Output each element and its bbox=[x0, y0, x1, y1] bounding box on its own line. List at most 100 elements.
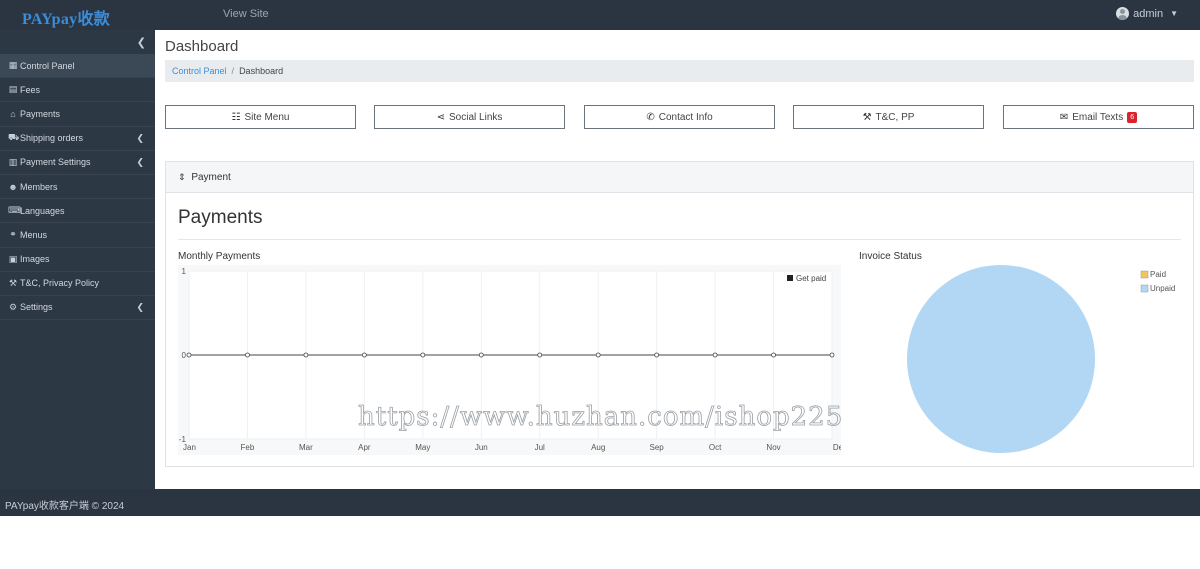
x-tick-label: Aug bbox=[591, 443, 605, 452]
sidebar-item-label: T&C, Privacy Policy bbox=[20, 278, 100, 289]
site-menu-button[interactable]: ☷ Site Menu bbox=[165, 105, 356, 129]
data-point bbox=[303, 352, 309, 358]
breadcrumb: Control Panel / Dashboard bbox=[165, 60, 1194, 82]
users-icon: ☻ bbox=[8, 181, 18, 192]
dashboard-icon: ▦ bbox=[8, 60, 18, 71]
panel-header[interactable]: ⇕ Payment bbox=[166, 162, 1193, 193]
x-tick-label: Apr bbox=[358, 443, 371, 452]
footer: PAYpay收款客户端 © 2024 bbox=[0, 489, 1200, 516]
breadcrumb-separator: / bbox=[231, 66, 235, 76]
legend-swatch bbox=[787, 275, 793, 281]
button-label: Contact Info bbox=[658, 111, 713, 123]
panel-header-label: Payment bbox=[191, 172, 231, 183]
data-point bbox=[420, 352, 426, 358]
footer-text: PAYpay收款客户端 © 2024 bbox=[5, 501, 125, 512]
view-site-link[interactable]: View Site bbox=[223, 8, 269, 20]
legend-label: Get paid bbox=[796, 274, 826, 283]
sidebar-nav: ▦ Control Panel ▤ Fees ⌂ Payments ⛟ Ship… bbox=[0, 54, 162, 321]
data-point bbox=[771, 352, 776, 358]
watermark-text: https://www.huzhan.com/ishop22512 bbox=[358, 402, 841, 432]
settings-list-icon: ▥ bbox=[8, 156, 18, 167]
sidebar-item-label: Menus bbox=[20, 229, 48, 240]
tc-pp-button[interactable]: ⚒ T&C, PP bbox=[793, 105, 984, 129]
caret-down-icon: ▼ bbox=[1170, 9, 1178, 18]
sidebar-collapse-icon[interactable]: ❮ bbox=[137, 36, 146, 49]
gavel-icon: ⚒ bbox=[862, 111, 872, 123]
brand-logo[interactable]: PAYpay收款 bbox=[22, 5, 110, 29]
images-icon: ▣ bbox=[8, 253, 18, 264]
sidebar-item-tc-privacy[interactable]: ⚒ T&C, Privacy Policy bbox=[0, 272, 155, 296]
data-point bbox=[478, 352, 484, 358]
link-icon: ⚭ bbox=[9, 229, 17, 240]
keyboard-icon: ⌨ bbox=[8, 205, 21, 216]
email-count-badge: 6 bbox=[1127, 111, 1138, 123]
sidebar-item-control-panel[interactable]: ▦ Control Panel bbox=[0, 54, 162, 79]
legend-label: Paid bbox=[1150, 270, 1166, 279]
data-point bbox=[245, 352, 250, 358]
x-tick-label: Jan bbox=[183, 443, 196, 452]
x-tick-label: Oct bbox=[709, 443, 722, 452]
data-point bbox=[654, 352, 660, 358]
invoice-status-chart: Paid Unpaid bbox=[907, 265, 1175, 453]
y-tick-label: 1 bbox=[182, 267, 187, 276]
x-tick-label: Jul bbox=[535, 443, 545, 452]
contact-info-button[interactable]: ✆ Contact Info bbox=[584, 105, 775, 129]
user-avatar-icon bbox=[1116, 7, 1130, 20]
pie-chart-title: Invoice Status bbox=[859, 251, 922, 262]
email-texts-button[interactable]: ✉ Email Texts 6 bbox=[1003, 105, 1194, 129]
sidebar-item-payments[interactable]: ⌂ Payments bbox=[0, 102, 155, 127]
sidebar-item-images[interactable]: ▣ Images bbox=[0, 248, 155, 272]
bank-icon: ⌂ bbox=[10, 108, 16, 119]
legend-swatch bbox=[1140, 270, 1149, 279]
share-icon: ⋖ bbox=[436, 111, 446, 123]
panel-title: Payments bbox=[178, 207, 263, 228]
panel-divider bbox=[178, 239, 1181, 240]
sidebar-item-label: Fees bbox=[20, 84, 41, 95]
x-tick-label: Jun bbox=[475, 443, 488, 452]
truck-icon: ⛟ bbox=[8, 132, 20, 143]
payment-panel: ⇕ Payment Payments Monthly Payments 1 0 -1… bbox=[165, 161, 1194, 467]
social-links-button[interactable]: ⋖ Social Links bbox=[374, 105, 565, 129]
x-tick-label: May bbox=[415, 443, 430, 452]
chevron-left-icon: ❮ bbox=[136, 301, 144, 312]
button-label: Social Links bbox=[449, 111, 503, 123]
legend-label: Unpaid bbox=[1150, 284, 1175, 293]
breadcrumb-link-control-panel[interactable]: Control Panel bbox=[172, 66, 227, 76]
user-menu[interactable]: admin ▼ bbox=[1116, 7, 1178, 20]
sidebar-item-members[interactable]: ☻ Members bbox=[0, 175, 155, 200]
page-title: Dashboard bbox=[165, 38, 239, 55]
button-label: T&C, PP bbox=[875, 111, 915, 123]
sidebar-item-fees[interactable]: ▤ Fees bbox=[0, 78, 155, 103]
sidebar-item-label: Control Panel bbox=[20, 60, 75, 71]
sidebar-item-label: Languages bbox=[20, 205, 65, 216]
sidebar-item-label: Images bbox=[20, 254, 50, 265]
data-point bbox=[595, 352, 601, 358]
data-point bbox=[186, 352, 192, 358]
sidebar-item-label: Payments bbox=[20, 108, 61, 119]
x-tick-label: Mar bbox=[299, 443, 313, 452]
gavel-icon: ⚒ bbox=[8, 277, 18, 288]
sidebar-item-menus[interactable]: ⚭ Menus bbox=[0, 223, 155, 248]
breadcrumb-current: Dashboard bbox=[239, 66, 284, 76]
sidebar-item-label: Payment Settings bbox=[20, 157, 91, 168]
sidebar-item-settings[interactable]: ⚙ Settings ❮ bbox=[0, 296, 155, 321]
x-tick-label: Dec bbox=[833, 443, 841, 452]
sidebar-item-label: Shipping orders bbox=[20, 133, 84, 144]
sidebar-item-shipping-orders[interactable]: ⛟ Shipping orders ❮ bbox=[0, 127, 155, 151]
sidebar-item-payment-settings[interactable]: ▥ Payment Settings ❮ bbox=[0, 151, 155, 175]
button-label: Site Menu bbox=[244, 111, 290, 123]
sidebar-item-languages[interactable]: ⌨ Languages bbox=[0, 199, 155, 224]
data-point bbox=[361, 352, 367, 358]
sitemap-icon: ☷ bbox=[231, 111, 241, 123]
top-navbar: PAYpay收款 View Site admin ▼ bbox=[0, 0, 1200, 30]
data-point bbox=[712, 352, 718, 358]
monthly-payments-chart: 10-1JanFebMarAprMayJunJulAugSepOctNovDec… bbox=[178, 265, 841, 455]
fees-icon: ▤ bbox=[8, 84, 18, 95]
envelope-icon: ✉ bbox=[1059, 111, 1069, 123]
legend-swatch bbox=[1140, 284, 1149, 293]
data-point bbox=[537, 352, 543, 358]
y-tick-label: 0 bbox=[182, 351, 187, 360]
sort-icon: ⇕ bbox=[178, 172, 186, 182]
chevron-left-icon: ❮ bbox=[136, 156, 144, 167]
x-tick-label: Sep bbox=[650, 443, 665, 452]
